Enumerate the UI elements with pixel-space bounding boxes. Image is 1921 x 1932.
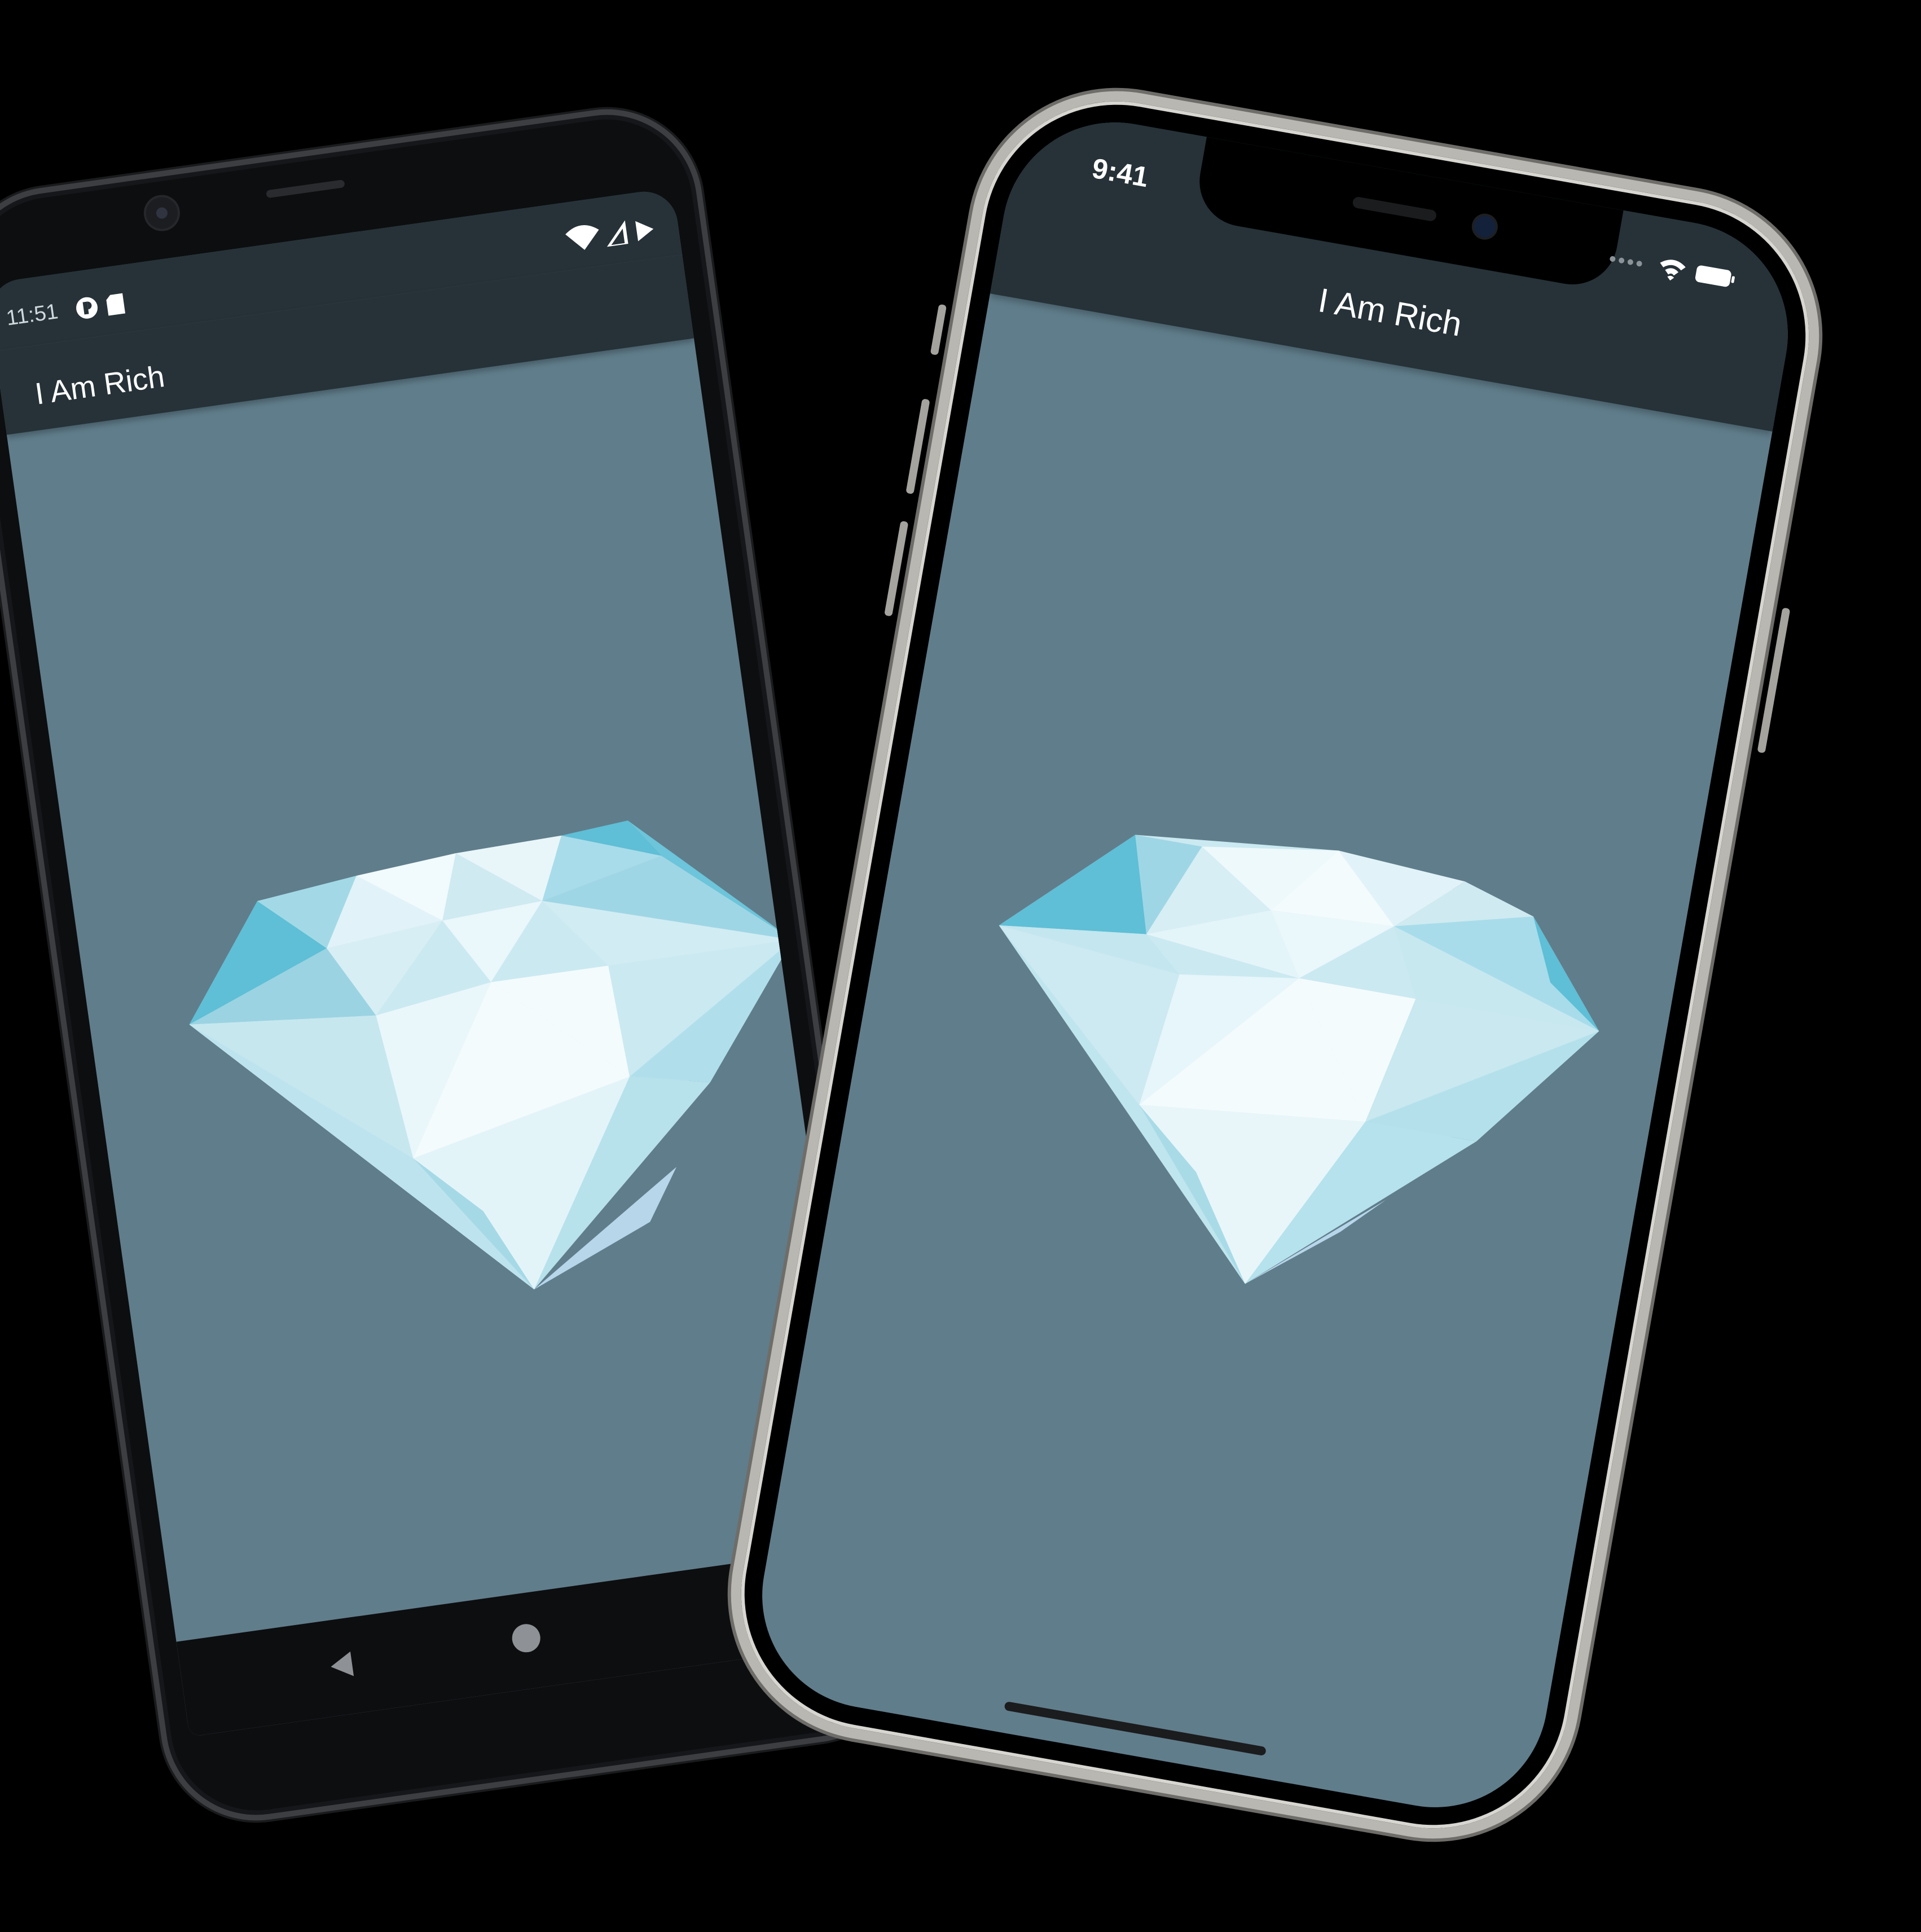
iphone-screen: 9:41 I Am Rich: [744, 104, 1806, 1825]
iphone-system-icons: [1606, 243, 1739, 293]
sd-card-icon: [106, 293, 126, 316]
earpiece-speaker: [1352, 196, 1438, 222]
home-icon[interactable]: [510, 1622, 542, 1654]
back-icon[interactable]: [329, 1651, 354, 1679]
status-time: 9:41: [1089, 152, 1151, 194]
wifi-icon: [565, 225, 599, 250]
battery-icon: [635, 221, 654, 242]
silent-switch: [930, 304, 947, 355]
diamond-image: [164, 756, 836, 1332]
front-camera-icon: [1470, 212, 1500, 242]
android-system-icons: [558, 210, 663, 256]
signal-dots-icon: [1610, 256, 1642, 267]
wifi-icon: [1660, 260, 1686, 281]
diamond-icon: [189, 820, 793, 1290]
app-title: I Am Rich: [33, 359, 167, 411]
notification-icons: [73, 287, 138, 324]
diamond-image: [945, 742, 1631, 1337]
battery-icon: [1695, 265, 1731, 287]
diamond-icon: [999, 835, 1599, 1284]
status-time: 11:51: [5, 300, 60, 331]
iphone: 9:41 I Am Rich: [707, 68, 1843, 1862]
